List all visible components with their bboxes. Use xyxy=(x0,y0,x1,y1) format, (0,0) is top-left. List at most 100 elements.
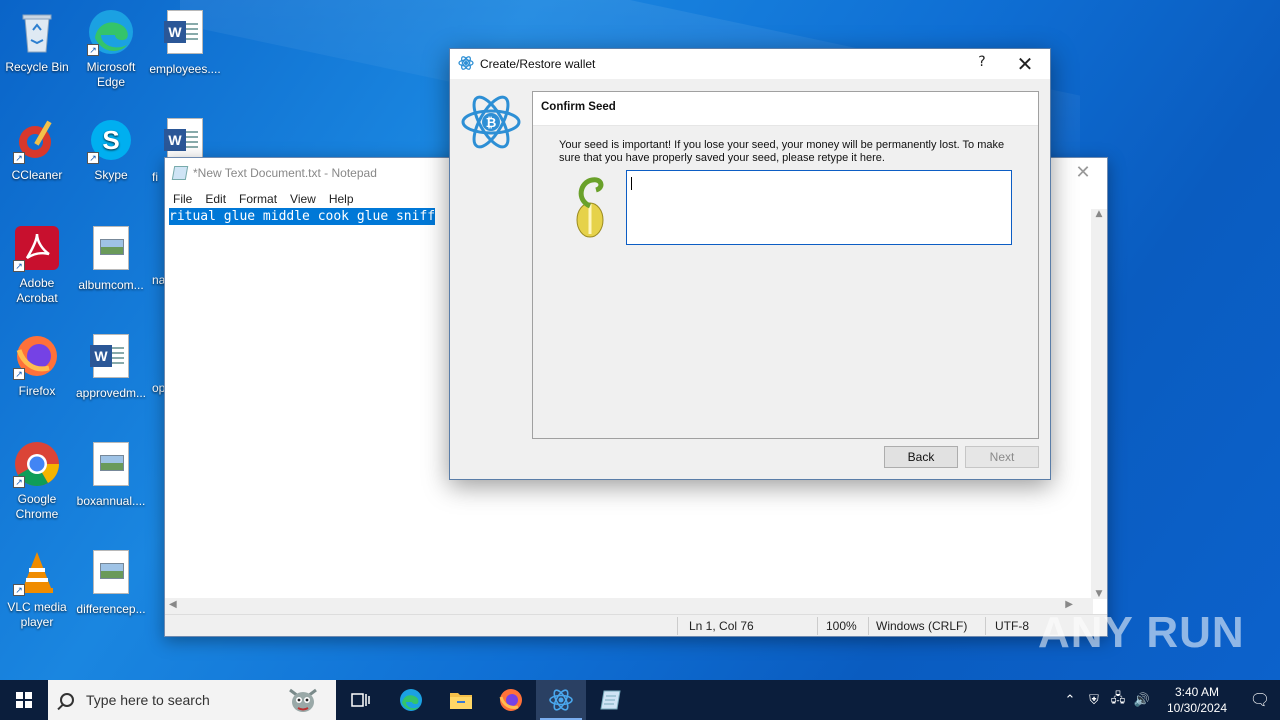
notepad-statusbar: Ln 1, Col 76 100% Windows (CRLF) UTF-8 xyxy=(165,614,1107,636)
desktop-icon-google-chrome[interactable]: ↗ Google Chrome xyxy=(0,440,74,522)
status-position: Ln 1, Col 76 xyxy=(689,619,754,633)
task-view-button[interactable] xyxy=(336,680,386,720)
show-hidden-icons-icon[interactable]: ⌃ xyxy=(1058,692,1082,708)
firefox-icon xyxy=(499,689,522,711)
vlc-icon: ↗ xyxy=(13,548,61,596)
volume-icon[interactable]: 🔊 xyxy=(1130,692,1154,708)
windows-logo-icon xyxy=(16,692,32,708)
scroll-left-icon[interactable]: ◀ xyxy=(169,599,177,610)
desktop-icon-recycle-bin[interactable]: Recycle Bin xyxy=(0,8,74,75)
system-tray: ⌃ ⛨ 🖧 🔊 3:40 AM 10/30/2024 🗨 xyxy=(1058,680,1280,720)
horizontal-scrollbar[interactable]: ◀ ▶ xyxy=(165,598,1093,614)
back-button[interactable]: Back xyxy=(884,446,958,468)
shortcut-arrow-icon: ↗ xyxy=(13,152,25,164)
recycle-bin-icon xyxy=(13,8,61,56)
electrum-icon xyxy=(549,689,573,711)
icon-label: Skype xyxy=(94,168,128,182)
search-placeholder: Type here to search xyxy=(86,692,210,708)
icon-label: Microsoft Edge xyxy=(86,60,136,89)
desktop-icon-boxannual[interactable]: boxannual.... xyxy=(74,440,148,509)
word-doc-icon: W xyxy=(87,334,135,382)
image-doc-icon xyxy=(87,442,135,490)
dialog-titlebar[interactable]: Create/Restore wallet xyxy=(450,49,1050,79)
shortcut-arrow-icon: ↗ xyxy=(13,260,25,272)
shortcut-arrow-icon: ↗ xyxy=(87,152,99,164)
edge-icon: ↗ xyxy=(87,8,135,56)
svg-text:S: S xyxy=(102,125,119,155)
scroll-down-icon[interactable]: ▼ xyxy=(1091,589,1107,599)
desktop-icon-skype[interactable]: S ↗ Skype xyxy=(74,116,148,183)
desktop-icon-albumcom[interactable]: albumcom... xyxy=(74,224,148,293)
taskbar-notepad[interactable] xyxy=(586,680,636,720)
electrum-icon xyxy=(458,55,474,74)
icon-label: VLC media player xyxy=(7,600,67,629)
menu-format[interactable]: Format xyxy=(239,192,277,206)
text-caret xyxy=(631,177,632,190)
seed-input[interactable] xyxy=(626,170,1012,245)
desktop-icon-employees[interactable]: W employees.... xyxy=(148,8,222,77)
desktop-icon-microsoft-edge[interactable]: ↗ Microsoft Edge xyxy=(74,8,148,90)
svg-text:₿: ₿ xyxy=(486,115,497,130)
electrum-logo-icon: ₿ xyxy=(460,91,522,156)
dialog-title: Create/Restore wallet xyxy=(480,57,596,71)
notepad-text-area[interactable]: ritual glue middle cook glue sniff xyxy=(169,208,436,225)
seed-sprout-icon xyxy=(568,174,612,243)
clock-date: 10/30/2024 xyxy=(1166,701,1228,715)
search-highlight-icon xyxy=(289,688,317,712)
desktop-icon-adobe-acrobat[interactable]: ↗ Adobe Acrobat xyxy=(0,224,74,306)
image-doc-icon xyxy=(87,550,135,598)
notepad-icon xyxy=(600,690,621,710)
desktop-icon-vlc[interactable]: ↗ VLC media player xyxy=(0,548,74,630)
chrome-icon: ↗ xyxy=(13,440,61,488)
start-button[interactable] xyxy=(0,680,48,720)
menu-help[interactable]: Help xyxy=(329,192,354,206)
notepad-title: *New Text Document.txt - Notepad xyxy=(193,166,377,180)
selected-text: ritual glue middle cook glue sniff xyxy=(169,208,436,225)
icon-label: differencep... xyxy=(76,602,146,616)
taskbar-clock[interactable]: 3:40 AM 10/30/2024 xyxy=(1162,684,1232,716)
desktop-icon-differencep[interactable]: differencep... xyxy=(74,548,148,617)
security-icon[interactable]: ⛨ xyxy=(1082,692,1106,708)
icon-label: Firefox xyxy=(18,384,56,398)
taskbar: Type here to search ⌃ ⛨ 🖧 🔊 3:40 AM 10/3… xyxy=(0,680,1280,720)
menu-edit[interactable]: Edit xyxy=(205,192,226,206)
ccleaner-icon: ↗ xyxy=(13,116,61,164)
notepad-close-button[interactable]: ✕ xyxy=(1069,162,1097,184)
folder-icon xyxy=(450,693,472,709)
create-restore-wallet-dialog[interactable]: Create/Restore wallet ? ✕ ₿ Confirm Seed… xyxy=(449,48,1051,480)
scroll-up-icon[interactable]: ▲ xyxy=(1091,209,1107,219)
status-encoding: UTF-8 xyxy=(995,619,1029,633)
icon-label: albumcom... xyxy=(78,278,144,292)
menu-file[interactable]: File xyxy=(173,192,192,206)
image-doc-icon xyxy=(87,226,135,274)
taskbar-edge[interactable] xyxy=(386,680,436,720)
clock-time: 3:40 AM xyxy=(1174,685,1220,699)
status-zoom: 100% xyxy=(826,619,857,633)
next-button[interactable]: Next xyxy=(965,446,1039,468)
taskbar-electrum[interactable] xyxy=(536,680,586,720)
taskbar-firefox[interactable] xyxy=(486,680,536,720)
network-icon[interactable]: 🖧 xyxy=(1106,689,1130,711)
desktop-icon-ccleaner[interactable]: ↗ CCleaner xyxy=(0,116,74,183)
notepad-icon xyxy=(171,166,189,180)
desktop-icon-approvedm[interactable]: W approvedm... xyxy=(74,332,148,401)
taskbar-search-box[interactable]: Type here to search xyxy=(48,680,336,720)
word-doc-icon: W xyxy=(161,10,209,58)
icon-label: boxannual.... xyxy=(76,494,146,508)
skype-icon: S ↗ xyxy=(87,116,135,164)
dialog-close-button[interactable]: ✕ xyxy=(1010,52,1040,76)
status-line-ending: Windows (CRLF) xyxy=(876,619,968,633)
edge-icon xyxy=(400,689,422,711)
shortcut-arrow-icon: ↗ xyxy=(13,368,25,380)
taskbar-file-explorer[interactable] xyxy=(436,680,486,720)
seed-warning-message: Your seed is important! If you lose your… xyxy=(559,139,1005,164)
menu-view[interactable]: View xyxy=(290,192,316,206)
desktop-icon-firefox[interactable]: ↗ Firefox xyxy=(0,332,74,399)
acrobat-icon: ↗ xyxy=(13,224,61,272)
help-button[interactable]: ? xyxy=(972,54,992,70)
notifications-icon[interactable]: 🗨 xyxy=(1240,690,1280,710)
page-title: Confirm Seed xyxy=(533,92,1038,126)
shortcut-arrow-icon: ↗ xyxy=(13,476,25,488)
shortcut-arrow-icon: ↗ xyxy=(87,44,99,56)
vertical-scrollbar[interactable]: ▲ ▼ xyxy=(1091,209,1107,599)
